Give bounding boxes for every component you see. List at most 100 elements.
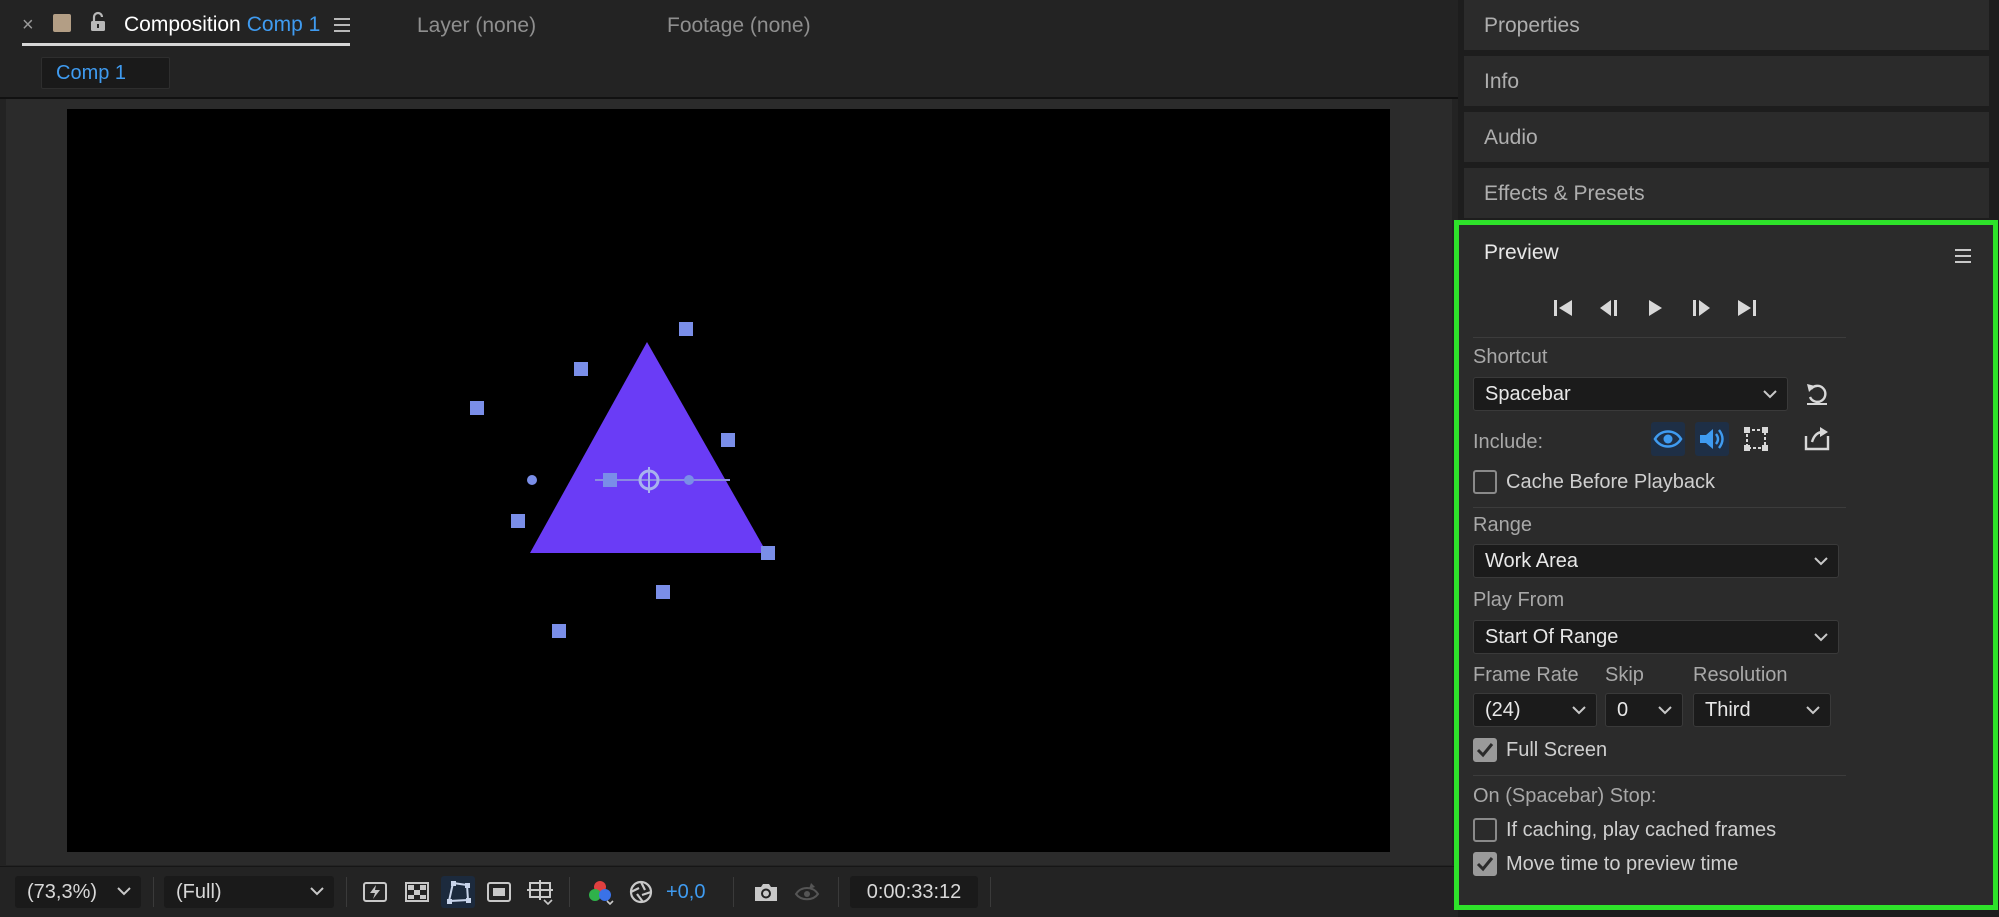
resolution-value: Third xyxy=(1705,699,1751,721)
mask-visibility-icon[interactable] xyxy=(441,876,475,908)
shape-layer-graphic[interactable] xyxy=(67,109,1390,852)
properties-panel-header[interactable]: Properties xyxy=(1464,0,1989,50)
checkbox-box[interactable] xyxy=(1473,470,1497,494)
toolbar-separator xyxy=(838,877,839,907)
fast-previews-icon[interactable] xyxy=(358,876,392,908)
play-from-label: Play From xyxy=(1473,589,1565,611)
exposure-value[interactable]: +0,0 xyxy=(666,876,705,908)
last-frame-button[interactable] xyxy=(1728,291,1766,325)
chevron-down-icon xyxy=(1763,389,1777,399)
play-button[interactable] xyxy=(1636,291,1674,325)
chevron-down-icon xyxy=(117,886,131,896)
panel-menu-icon[interactable] xyxy=(333,17,351,33)
label-color-swatch[interactable] xyxy=(53,14,71,32)
range-label: Range xyxy=(1473,514,1532,536)
full-screen-checkbox[interactable]: Full Screen xyxy=(1473,738,1607,762)
path-point xyxy=(684,475,694,485)
preview-panel-title: Preview xyxy=(1484,241,1559,264)
reset-exposure-icon[interactable] xyxy=(624,876,658,908)
frame-rate-dropdown[interactable]: (24) xyxy=(1473,693,1597,727)
transform-handle xyxy=(552,624,566,638)
composition-panel: × Composition Comp 1 Layer (none) Footage… xyxy=(0,0,1458,917)
effects-presets-panel-header[interactable]: Effects & Presets xyxy=(1464,168,1989,218)
transform-handle xyxy=(679,322,693,336)
include-video-eye-icon[interactable] xyxy=(1651,422,1685,456)
viewer-toolbar: (73,3%) (Full) +0,0 0:00:33:12 xyxy=(0,866,1458,917)
magnification-dropdown[interactable]: (73,3%) xyxy=(15,876,141,908)
play-from-dropdown[interactable]: Start Of Range xyxy=(1473,620,1839,654)
playback-controls xyxy=(1544,291,1766,325)
snapshot-camera-icon[interactable] xyxy=(749,876,783,908)
transform-handle xyxy=(761,546,775,560)
panel-menu-icon[interactable] xyxy=(1955,249,1971,263)
info-panel-header[interactable]: Info xyxy=(1464,56,1989,106)
layer-tab[interactable]: Layer (none) xyxy=(417,14,536,38)
next-frame-button[interactable] xyxy=(1682,291,1720,325)
checkmark-icon xyxy=(1476,743,1494,758)
frame-rate-value: (24) xyxy=(1485,699,1521,721)
skip-label: Skip xyxy=(1605,664,1644,686)
composition-canvas[interactable] xyxy=(67,109,1390,852)
stop-label: On (Spacebar) Stop: xyxy=(1473,785,1657,807)
skip-value: 0 xyxy=(1617,699,1629,721)
resolution-label: Resolution xyxy=(1693,664,1788,686)
transform-handle xyxy=(656,585,670,599)
previous-frame-button[interactable] xyxy=(1590,291,1628,325)
region-of-interest-icon[interactable] xyxy=(482,876,516,908)
preview-panel: Preview Shortcut Spacebar Include: Cache… xyxy=(1454,220,1998,910)
comp-navigator-tab[interactable]: Comp 1 xyxy=(41,57,170,89)
include-audio-speaker-icon[interactable] xyxy=(1695,422,1729,456)
shortcut-dropdown[interactable]: Spacebar xyxy=(1473,377,1788,411)
audio-panel-header[interactable]: Audio xyxy=(1464,112,1989,162)
composition-tab-bar: × Composition Comp 1 Layer (none) Footage… xyxy=(0,0,1458,50)
range-dropdown[interactable]: Work Area xyxy=(1473,544,1839,578)
composition-tab[interactable]: Composition Comp 1 xyxy=(124,13,320,37)
footage-tab[interactable]: Footage (none) xyxy=(667,14,811,38)
move-time-checkbox[interactable]: Move time to preview time xyxy=(1473,852,1738,876)
range-value: Work Area xyxy=(1485,550,1578,572)
checkbox-box-checked[interactable] xyxy=(1473,852,1497,876)
checkbox-box[interactable] xyxy=(1473,818,1497,842)
resolution-dropdown[interactable]: (Full) xyxy=(164,876,334,908)
frame-rate-label: Frame Rate xyxy=(1473,664,1579,686)
path-point xyxy=(527,475,537,485)
chevron-down-icon xyxy=(1806,705,1820,715)
lock-icon[interactable] xyxy=(88,11,108,33)
magnification-value: (73,3%) xyxy=(27,881,98,903)
reset-shortcut-icon[interactable] xyxy=(1800,377,1834,411)
chevron-down-icon xyxy=(310,886,324,896)
chevron-down-icon xyxy=(1658,705,1672,715)
checkbox-box-checked[interactable] xyxy=(1473,738,1497,762)
section-divider xyxy=(1473,507,1846,508)
composition-tab-comp-name: Comp 1 xyxy=(246,13,321,36)
chevron-down-icon xyxy=(1814,632,1828,642)
toolbar-separator xyxy=(990,877,991,907)
active-tab-underline xyxy=(22,43,350,46)
grid-guides-icon[interactable] xyxy=(523,876,557,908)
include-overlays-icon[interactable] xyxy=(1739,422,1773,456)
export-output-icon[interactable] xyxy=(1800,422,1834,456)
section-divider xyxy=(1473,775,1846,776)
skip-dropdown[interactable]: 0 xyxy=(1605,693,1683,727)
resolution-dropdown[interactable]: Third xyxy=(1693,693,1831,727)
current-time-display[interactable]: 0:00:33:12 xyxy=(850,876,978,908)
transform-handle xyxy=(470,401,484,415)
resolution-value: (Full) xyxy=(176,881,222,903)
chevron-down-icon xyxy=(1814,556,1828,566)
if-caching-label: If caching, play cached frames xyxy=(1506,818,1777,841)
shortcut-label: Shortcut xyxy=(1473,346,1548,368)
color-channels-icon[interactable] xyxy=(583,876,617,908)
transform-handle xyxy=(574,362,588,376)
cache-before-playback-label: Cache Before Playback xyxy=(1506,470,1716,493)
show-snapshot-icon[interactable] xyxy=(790,876,824,908)
if-caching-checkbox[interactable]: If caching, play cached frames xyxy=(1473,818,1776,842)
composition-viewer[interactable] xyxy=(6,99,1452,865)
first-frame-button[interactable] xyxy=(1544,291,1582,325)
cache-before-playback-checkbox[interactable]: Cache Before Playback xyxy=(1473,470,1715,494)
path-handle xyxy=(603,473,617,487)
transparency-grid-icon[interactable] xyxy=(400,876,434,908)
toolbar-separator xyxy=(733,877,734,907)
chevron-down-icon xyxy=(1572,705,1586,715)
triangle-shape xyxy=(530,342,767,553)
close-tab-button[interactable]: × xyxy=(22,14,34,37)
